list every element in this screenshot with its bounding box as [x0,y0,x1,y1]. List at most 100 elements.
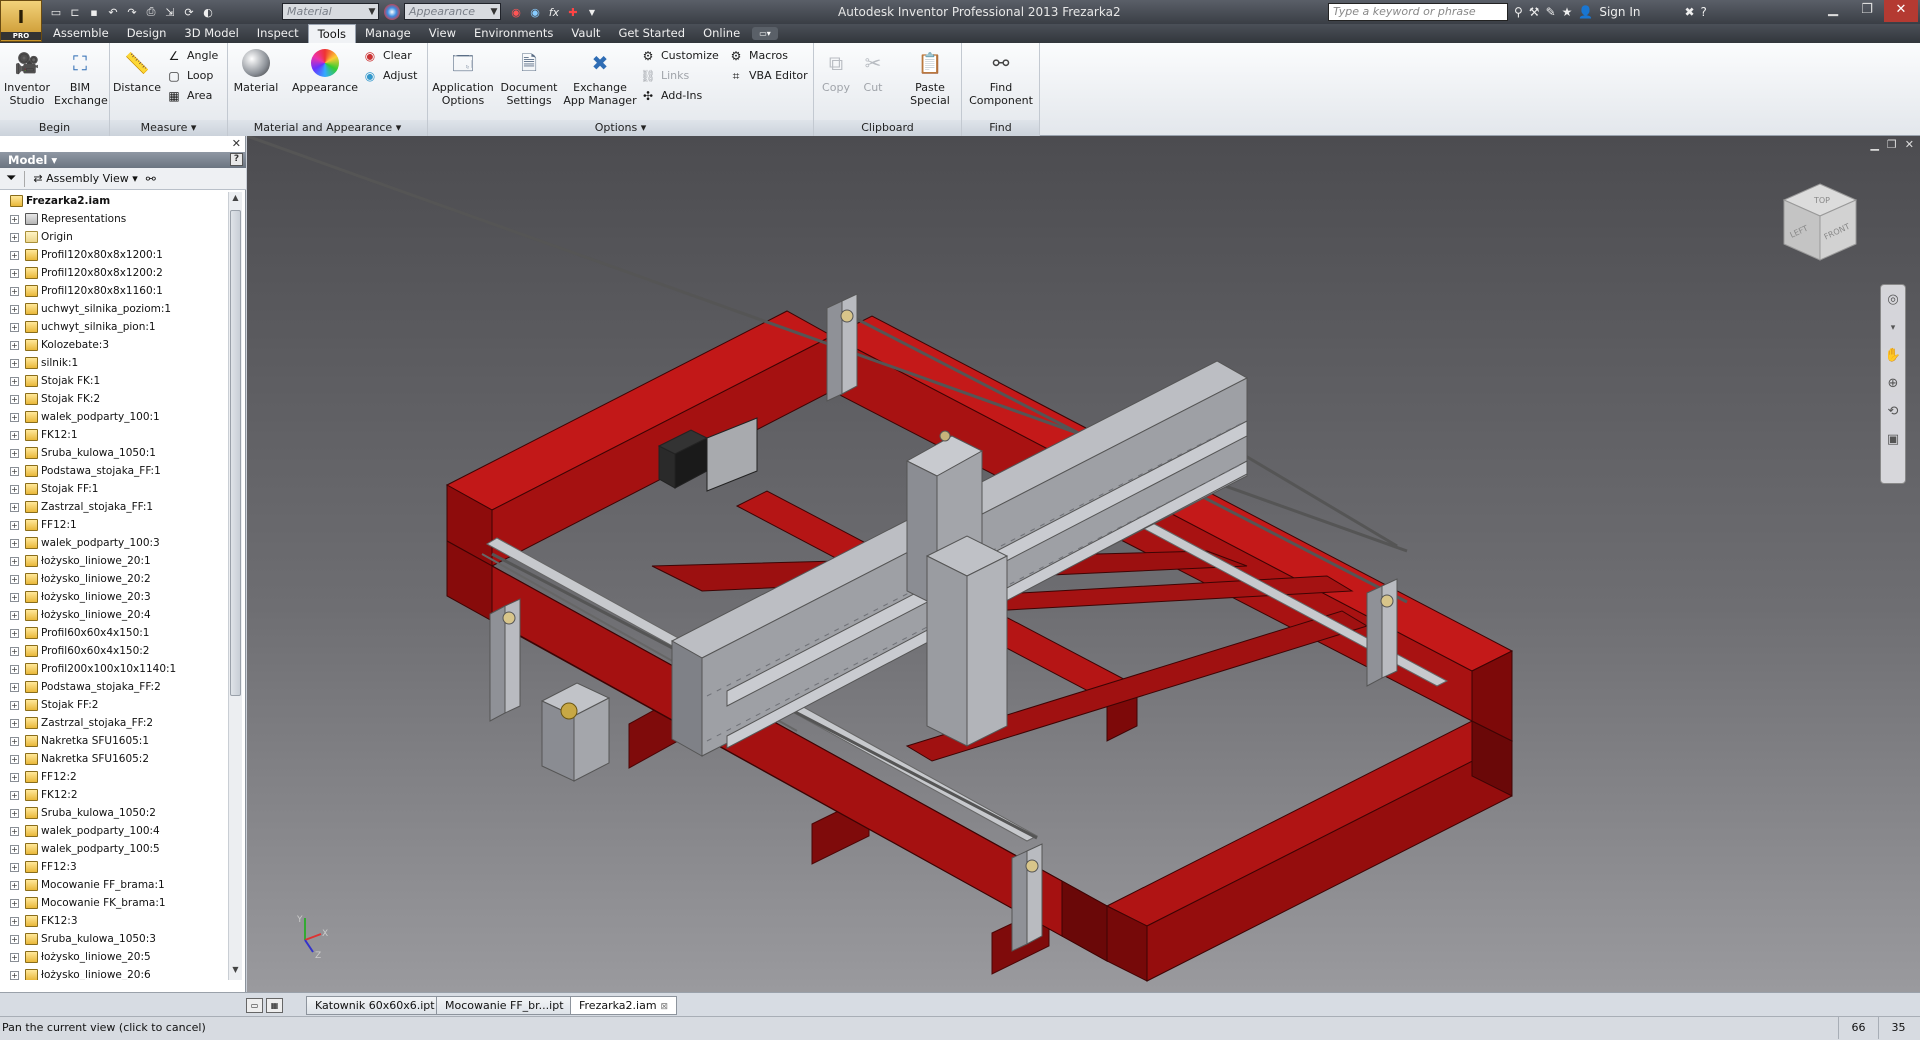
tree-item[interactable]: + Zastrzal_stojaka_FF:2 [0,714,228,732]
expand-icon[interactable]: + [10,700,19,710]
application-options-button[interactable]: 🗔 Application Options [432,46,494,108]
panel-measure-label[interactable]: Measure ▾ [110,120,227,136]
tree-item[interactable]: + Nakretka SFU1605:1 [0,732,228,750]
tree-item[interactable]: + Profil60x60x4x150:2 [0,642,228,660]
angle-button[interactable]: ∠ Angle [166,47,219,65]
expand-icon[interactable]: + [10,448,19,458]
expand-icon[interactable]: + [10,610,19,620]
tab-design[interactable]: Design [118,24,176,43]
tree-item[interactable]: + FK12:1 [0,426,228,444]
expand-icon[interactable]: + [10,772,19,782]
expand-icon[interactable]: + [10,736,19,746]
expand-icon[interactable]: + [10,430,19,440]
tree-item[interactable]: + Profil120x80x8x1200:2 [0,264,228,282]
cnc-assembly-model[interactable] [247,136,1920,992]
distance-button[interactable]: 📏 Distance [112,46,162,95]
expand-icon[interactable]: + [10,268,19,278]
scroll-down-icon[interactable]: ▼ [230,965,241,979]
expand-icon[interactable]: + [10,520,19,530]
expand-icon[interactable]: + [10,844,19,854]
tree-item[interactable]: + Stojak FK:2 [0,390,228,408]
save-icon[interactable]: ▪ [86,4,102,20]
color-icon[interactable]: ◐ [200,4,216,20]
tree-item[interactable]: + uchwyt_silnika_poziom:1 [0,300,228,318]
expand-icon[interactable]: + [10,790,19,800]
tree-item[interactable]: + walek_podparty_100:3 [0,534,228,552]
expand-icon[interactable]: + [10,754,19,764]
tree-item[interactable]: + łożysko_liniowe_20:6 [0,966,228,980]
expand-icon[interactable]: + [10,682,19,692]
doc-tab-mocowanie[interactable]: Mocowanie FF_br...ipt [436,996,573,1015]
tab-inspect[interactable]: Inspect [248,24,308,43]
tree-item[interactable]: + uchwyt_silnika_pion:1 [0,318,228,336]
tree-item[interactable]: + Sruba_kulowa_1050:3 [0,930,228,948]
expand-icon[interactable]: + [10,358,19,368]
expand-icon[interactable]: + [10,826,19,836]
expand-icon[interactable]: + [10,394,19,404]
macros-button[interactable]: ⚙ Macros [728,47,788,65]
expand-icon[interactable]: + [10,646,19,656]
tree-item[interactable]: + silnik:1 [0,354,228,372]
expand-icon[interactable]: + [10,934,19,944]
tree-item[interactable]: + Mocowanie FK_brama:1 [0,894,228,912]
help-search-input[interactable]: Type a keyword or phrase [1328,3,1508,21]
print-icon[interactable]: ⎙ [143,4,159,20]
expand-icon[interactable]: + [10,466,19,476]
expand-icon[interactable]: + [10,538,19,548]
look-at-icon[interactable]: ▣ [1884,431,1902,449]
binoculars-icon[interactable]: ⚲ [1514,5,1523,19]
expand-icon[interactable]: + [10,250,19,260]
expand-icon[interactable]: + [10,952,19,962]
update-icon[interactable]: ⟳ [181,4,197,20]
scroll-up-icon[interactable]: ▲ [230,193,241,207]
tree-item[interactable]: + Podstawa_stojaka_FF:1 [0,462,228,480]
add-icon[interactable]: ✚ [565,4,581,20]
panel-material-appearance-label[interactable]: Material and Appearance ▾ [228,120,427,136]
tree-item[interactable]: + Representations [0,210,228,228]
appearance-button[interactable]: Appearance [290,46,360,94]
tree-root-assembly[interactable]: Frezarka2.iam [0,192,228,210]
subscription-icon[interactable]: ⚒ [1529,5,1540,19]
restore-button[interactable]: ❐ [1850,0,1884,22]
graphics-viewport[interactable]: ▁ ❐ ✕ TOP LEFT FRONT ◎ ▾ ✋ ⊕ ⟲ ▣ X Y Z [247,136,1920,992]
area-button[interactable]: ▦ Area [166,87,212,105]
tab-vault[interactable]: Vault [562,24,609,43]
close-tab-icon[interactable]: ⊠ [661,1002,669,1012]
panel-options-label[interactable]: Options ▾ [428,120,813,136]
loop-button[interactable]: ▢ Loop [166,67,213,85]
tree-item[interactable]: + łożysko_liniowe_20:4 [0,606,228,624]
expand-icon[interactable]: + [10,808,19,818]
adjust-appearance-icon[interactable]: ◉ [527,4,543,20]
browser-scrollbar[interactable]: ▲ ▼ [228,192,242,980]
sign-in-link[interactable]: Sign In [1599,5,1640,19]
scrollbar-thumb[interactable] [230,210,241,696]
adjust-button[interactable]: ◉ Adjust [362,67,418,85]
cascade-layout-icon[interactable]: ▦ [266,998,283,1013]
material-button[interactable]: Material [232,46,280,94]
expand-icon[interactable]: + [10,412,19,422]
tree-item[interactable]: + Kolozebate:3 [0,336,228,354]
tree-item[interactable]: + Mocowanie FF_brama:1 [0,876,228,894]
tree-item[interactable]: + Profil200x100x10x1140:1 [0,660,228,678]
tree-item[interactable]: + Stojak FK:1 [0,372,228,390]
expand-icon[interactable]: + [10,214,19,224]
tab-environments[interactable]: Environments [465,24,562,43]
expand-icon[interactable]: + [10,484,19,494]
expand-icon[interactable]: + [10,664,19,674]
tree-item[interactable]: + Profil120x80x8x1200:1 [0,246,228,264]
tree-item[interactable]: + FF12:2 [0,768,228,786]
expand-icon[interactable]: + [10,916,19,926]
expand-icon[interactable]: + [10,502,19,512]
orbit-icon[interactable]: ⟲ [1884,403,1902,421]
expand-icon[interactable]: + [10,286,19,296]
expand-chevron-icon[interactable]: ▾ [1884,319,1902,337]
tree-item[interactable]: + walek_podparty_100:1 [0,408,228,426]
close-window-button[interactable]: ✕ [1884,0,1918,22]
appearance-dropdown[interactable]: Appearance ▼ [404,3,501,20]
vba-editor-button[interactable]: ⌗ VBA Editor [728,67,808,85]
steering-wheel-icon[interactable]: ◎ [1884,291,1902,309]
expand-icon[interactable]: + [10,592,19,602]
viewcube[interactable]: TOP LEFT FRONT [1778,178,1862,268]
tree-item[interactable]: + Nakretka SFU1605:2 [0,750,228,768]
minimize-button[interactable]: ▁ [1816,0,1850,22]
